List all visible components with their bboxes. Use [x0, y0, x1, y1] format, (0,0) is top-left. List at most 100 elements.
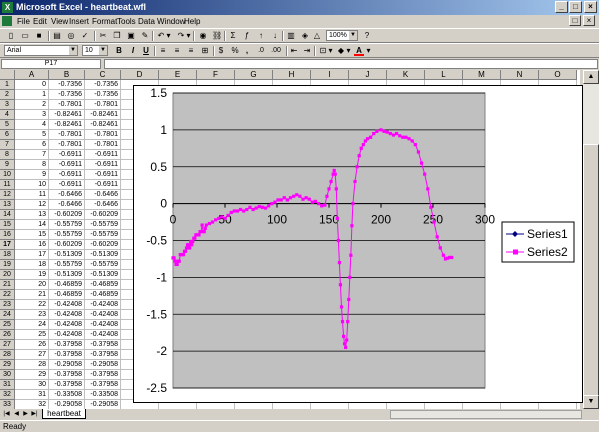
row-header-6[interactable]: 6 [0, 130, 15, 140]
row-header-29[interactable]: 29 [0, 360, 15, 370]
close-workbook-button[interactable]: × [583, 15, 595, 26]
zoom-select[interactable]: 100% ▼ [326, 30, 358, 41]
align-left-icon[interactable]: ≡ [158, 46, 168, 56]
column-header-g[interactable]: G [235, 70, 273, 80]
cell-c19[interactable]: -0.55759 [85, 260, 121, 270]
row-header-25[interactable]: 25 [0, 320, 15, 330]
chart-wizard-icon[interactable]: ▥ [286, 31, 296, 41]
name-box[interactable]: P17 [1, 59, 101, 69]
cell-c11[interactable]: -0.6911 [85, 180, 121, 190]
cell-b8[interactable]: -0.6911 [49, 150, 85, 160]
cell-b10[interactable]: -0.6911 [49, 170, 85, 180]
cell-c18[interactable]: -0.51309 [85, 250, 121, 260]
row-header-10[interactable]: 10 [0, 170, 15, 180]
cell-a7[interactable]: 6 [15, 140, 49, 150]
cell-b3[interactable]: -0.7801 [49, 100, 85, 110]
first-sheet-icon[interactable]: |◀ [2, 410, 11, 419]
cell-c25[interactable]: -0.42408 [85, 320, 121, 330]
redo-dropdown-icon[interactable]: ▾ [186, 31, 191, 41]
cell-c2[interactable]: -0.7356 [85, 90, 121, 100]
cell-b14[interactable]: -0.60209 [49, 210, 85, 220]
row-header-15[interactable]: 15 [0, 220, 15, 230]
cell-b4[interactable]: -0.82461 [49, 110, 85, 120]
borders-icon[interactable]: ⊡ [318, 46, 328, 56]
merge-center-icon[interactable]: ⊞ [200, 46, 210, 56]
cell-b18[interactable]: -0.51309 [49, 250, 85, 260]
increase-indent-icon[interactable]: ⇥ [302, 46, 312, 56]
paste-icon[interactable]: ▣ [126, 31, 136, 41]
cell-a8[interactable]: 7 [15, 150, 49, 160]
menu-data[interactable]: Data [138, 17, 155, 26]
cell-c12[interactable]: -0.6466 [85, 190, 121, 200]
cell-b30[interactable]: -0.37958 [49, 370, 85, 380]
row-header-23[interactable]: 23 [0, 300, 15, 310]
hyperlink-icon[interactable]: ⛓ [212, 31, 222, 41]
cell-b17[interactable]: -0.60209 [49, 240, 85, 250]
cell-c9[interactable]: -0.6911 [85, 160, 121, 170]
row-header-5[interactable]: 5 [0, 120, 15, 130]
cell-c17[interactable]: -0.60209 [85, 240, 121, 250]
row-header-33[interactable]: 33 [0, 400, 15, 409]
cell-c1[interactable]: -0.7356 [85, 80, 121, 90]
row-header-22[interactable]: 22 [0, 290, 15, 300]
cell-a24[interactable]: 23 [15, 310, 49, 320]
cell-b22[interactable]: -0.46859 [49, 290, 85, 300]
percent-button[interactable]: % [230, 46, 240, 56]
row-header-17[interactable]: 17 [0, 240, 15, 250]
align-right-icon[interactable]: ≡ [186, 46, 196, 56]
column-header-b[interactable]: B [49, 70, 85, 80]
menu-file[interactable]: File [17, 17, 30, 26]
cell-c20[interactable]: -0.51309 [85, 270, 121, 280]
cell-c24[interactable]: -0.42408 [85, 310, 121, 320]
minimize-button[interactable]: _ [555, 1, 568, 13]
cell-a32[interactable]: 31 [15, 390, 49, 400]
cell-a31[interactable]: 30 [15, 380, 49, 390]
next-sheet-icon[interactable]: ▶ [21, 410, 30, 419]
cell-a21[interactable]: 20 [15, 280, 49, 290]
column-header-n[interactable]: N [501, 70, 539, 80]
column-header-l[interactable]: L [425, 70, 463, 80]
scroll-up-button[interactable]: ▲ [583, 70, 599, 84]
formula-input[interactable] [104, 59, 598, 69]
new-icon[interactable]: ▯ [6, 31, 16, 41]
decrease-decimal-button[interactable]: .00 [268, 46, 284, 56]
print-icon[interactable]: ▤ [52, 31, 62, 41]
cell-a15[interactable]: 14 [15, 220, 49, 230]
spelling-icon[interactable]: ✓ [80, 31, 90, 41]
cell-c31[interactable]: -0.37958 [85, 380, 121, 390]
cell-c28[interactable]: -0.37958 [85, 350, 121, 360]
cell-c3[interactable]: -0.7801 [85, 100, 121, 110]
row-header-21[interactable]: 21 [0, 280, 15, 290]
cell-c8[interactable]: -0.6911 [85, 150, 121, 160]
row-header-4[interactable]: 4 [0, 110, 15, 120]
cell-c27[interactable]: -0.37958 [85, 340, 121, 350]
cell-a26[interactable]: 25 [15, 330, 49, 340]
cell-c7[interactable]: -0.7801 [85, 140, 121, 150]
cell-c32[interactable]: -0.33508 [85, 390, 121, 400]
cell-a27[interactable]: 26 [15, 340, 49, 350]
menu-help[interactable]: Help [184, 17, 200, 26]
font-select[interactable]: Arial ▼ [4, 45, 78, 56]
cell-c21[interactable]: -0.46859 [85, 280, 121, 290]
cell-c14[interactable]: -0.60209 [85, 210, 121, 220]
horizontal-scrollbar[interactable] [390, 410, 582, 419]
column-header-h[interactable]: H [273, 70, 311, 80]
cell-c5[interactable]: -0.82461 [85, 120, 121, 130]
autosum-icon[interactable]: Σ [228, 31, 238, 41]
fill-color-dropdown-icon[interactable]: ▾ [346, 46, 351, 56]
undo-icon[interactable]: ↶ [156, 31, 166, 41]
map-icon[interactable]: ◈ [300, 31, 310, 41]
align-center-icon[interactable]: ≡ [172, 46, 182, 56]
column-header-k[interactable]: K [387, 70, 425, 80]
comma-button[interactable]: , [242, 46, 252, 56]
row-header-24[interactable]: 24 [0, 310, 15, 320]
row-header-27[interactable]: 27 [0, 340, 15, 350]
column-header-c[interactable]: C [85, 70, 121, 80]
cell-b13[interactable]: -0.6466 [49, 200, 85, 210]
currency-button[interactable]: $ [216, 46, 226, 56]
fill-color-icon[interactable]: ◆ [336, 46, 346, 56]
row-header-19[interactable]: 19 [0, 260, 15, 270]
column-header-o[interactable]: O [539, 70, 577, 80]
cell-a16[interactable]: 15 [15, 230, 49, 240]
cell-b32[interactable]: -0.33508 [49, 390, 85, 400]
